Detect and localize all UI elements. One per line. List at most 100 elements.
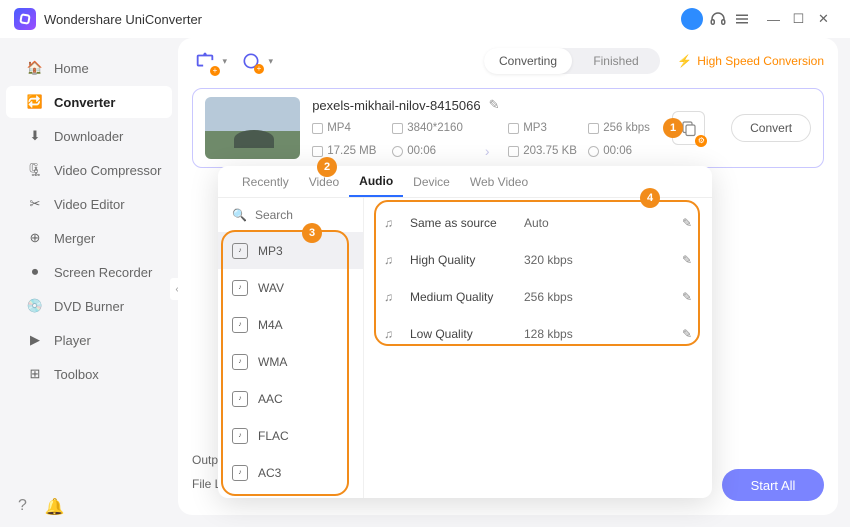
quality-rate: 256 kbps <box>524 290 573 304</box>
quality-rate: 320 kbps <box>524 253 573 267</box>
add-file-button[interactable]: + ▾ <box>192 48 218 74</box>
src-resolution: 3840*2160 <box>407 122 463 134</box>
quality-name: Same as source <box>410 216 524 230</box>
callout-1: 1 <box>663 118 683 138</box>
segment-finished[interactable]: Finished <box>572 48 660 74</box>
src-container: MP4 <box>327 122 351 134</box>
file-name: pexels-mikhail-nilov-8415066 <box>312 98 480 113</box>
sidebar-item-merger[interactable]: ⊕Merger <box>6 222 172 254</box>
sidebar-item-screen-recorder[interactable]: ⏺Screen Recorder <box>6 256 172 288</box>
dst-container: MP3 <box>523 122 547 134</box>
format-tab-device[interactable]: Device <box>403 166 460 197</box>
quality-name: High Quality <box>410 253 524 267</box>
hamburger-icon[interactable] <box>733 10 751 28</box>
edit-icon[interactable]: ✎ <box>682 216 692 230</box>
format-item-wav[interactable]: ♪WAV <box>218 269 363 306</box>
start-all-button[interactable]: Start All <box>722 469 824 501</box>
gear-icon: ⚙ <box>695 135 707 147</box>
segment-converting[interactable]: Converting <box>484 48 572 74</box>
edit-icon[interactable]: ✎ <box>682 253 692 267</box>
view-segments: Converting Finished <box>484 48 660 74</box>
window-close[interactable]: ✕ <box>816 12 831 27</box>
convert-button[interactable]: Convert <box>731 114 811 142</box>
add-url-button[interactable]: + ▾ <box>238 48 264 74</box>
quality-list: ♫ Same as sourceAuto ✎ ♫ High Quality320 kbp… <box>364 198 712 498</box>
dst-size: 203.75 KB <box>523 145 577 157</box>
src-size: 17.25 MB <box>327 145 376 157</box>
quality-row[interactable]: ♫ High Quality320 kbps ✎ <box>370 241 706 278</box>
account-avatar[interactable] <box>681 8 703 30</box>
nav-icon: ⏺ <box>26 263 44 281</box>
quality-rate: 128 kbps <box>524 327 573 341</box>
format-item-ac3[interactable]: ♪AC3 <box>218 454 363 491</box>
sidebar-item-converter[interactable]: 🔁Converter <box>6 86 172 118</box>
format-item-flac[interactable]: ♪FLAC <box>218 417 363 454</box>
quality-row[interactable]: ♫ Medium Quality256 kbps ✎ <box>370 278 706 315</box>
nav-icon: 🔁 <box>26 93 44 111</box>
nav-icon: 🏠 <box>26 59 44 77</box>
bolt-icon: ⚡ <box>677 54 692 68</box>
file-card[interactable]: pexels-mikhail-nilov-8415066 ✎ MP4 3840*… <box>192 88 824 168</box>
notify-icon[interactable]: 🔔 <box>45 497 65 517</box>
dst-duration: 00:06 <box>603 145 632 157</box>
sidebar-item-home[interactable]: 🏠Home <box>6 52 172 84</box>
dst-bitrate: 256 kbps <box>603 122 650 134</box>
format-icon: ♪ <box>232 354 248 370</box>
sidebar-item-downloader[interactable]: ⬇Downloader <box>6 120 172 152</box>
music-icon: ♫ <box>384 253 400 267</box>
rename-icon[interactable]: ✎ <box>489 97 500 113</box>
app-logo <box>14 8 36 30</box>
format-item-aac[interactable]: ♪AAC <box>218 380 363 417</box>
sidebar-item-toolbox[interactable]: ⊞Toolbox <box>6 358 172 390</box>
format-icon: ♪ <box>232 280 248 296</box>
format-list: 🔍 ♪MP3♪WAV♪M4A♪WMA♪AAC♪FLAC♪AC3 <box>218 198 364 498</box>
format-item-mp3[interactable]: ♪MP3 <box>218 232 363 269</box>
quality-rate: Auto <box>524 216 549 230</box>
format-icon: ♪ <box>232 243 248 259</box>
toolbar: + ▾ + ▾ Converting Finished ⚡ High Speed… <box>178 38 838 84</box>
nav-icon: 💿 <box>26 297 44 315</box>
edit-icon[interactable]: ✎ <box>682 290 692 304</box>
nav-icon: ⊞ <box>26 365 44 383</box>
src-duration: 00:06 <box>407 145 436 157</box>
nav-icon: ⊕ <box>26 229 44 247</box>
file-thumbnail <box>205 97 300 159</box>
format-tab-web-video[interactable]: Web Video <box>460 166 538 197</box>
sidebar-item-video-compressor[interactable]: 🗜Video Compressor <box>6 154 172 186</box>
callout-4: 4 <box>640 188 660 208</box>
music-icon: ♫ <box>384 290 400 304</box>
nav-icon: ✂ <box>26 195 44 213</box>
sidebar-item-video-editor[interactable]: ✂Video Editor <box>6 188 172 220</box>
support-icon[interactable] <box>709 10 727 28</box>
callout-2: 2 <box>317 157 337 177</box>
arrow-icon: › <box>472 143 502 159</box>
format-icon: ♪ <box>232 428 248 444</box>
quality-name: Low Quality <box>410 327 524 341</box>
callout-3: 3 <box>302 223 322 243</box>
app-title: Wondershare UniConverter <box>44 12 202 27</box>
format-item-m4a[interactable]: ♪M4A <box>218 306 363 343</box>
window-maximize[interactable]: ☐ <box>791 12 806 27</box>
help-icon[interactable]: ? <box>18 497 27 517</box>
high-speed-toggle[interactable]: ⚡ High Speed Conversion <box>677 54 824 68</box>
sidebar: 🏠Home🔁Converter⬇Downloader🗜Video Compres… <box>0 38 178 527</box>
quality-row[interactable]: ♫ Same as sourceAuto ✎ <box>370 204 706 241</box>
format-tab-audio[interactable]: Audio <box>349 166 403 197</box>
music-icon: ♫ <box>384 327 400 341</box>
music-icon: ♫ <box>384 216 400 230</box>
sidebar-item-dvd-burner[interactable]: 💿DVD Burner <box>6 290 172 322</box>
search-icon: 🔍 <box>232 208 247 222</box>
nav-icon: 🗜 <box>26 161 44 179</box>
quality-name: Medium Quality <box>410 290 524 304</box>
format-icon: ♪ <box>232 465 248 481</box>
sidebar-item-player[interactable]: ▶Player <box>6 324 172 356</box>
quality-row[interactable]: ♫ Low Quality128 kbps ✎ <box>370 315 706 352</box>
format-search-input[interactable] <box>255 208 364 222</box>
format-icon: ♪ <box>232 391 248 407</box>
format-tab-recently[interactable]: Recently <box>232 166 299 197</box>
format-popup: RecentlyVideoAudioDeviceWeb Video 🔍 ♪MP3… <box>218 166 712 498</box>
format-tabs: RecentlyVideoAudioDeviceWeb Video <box>218 166 712 198</box>
edit-icon[interactable]: ✎ <box>682 327 692 341</box>
window-minimize[interactable]: — <box>766 12 781 27</box>
format-item-wma[interactable]: ♪WMA <box>218 343 363 380</box>
